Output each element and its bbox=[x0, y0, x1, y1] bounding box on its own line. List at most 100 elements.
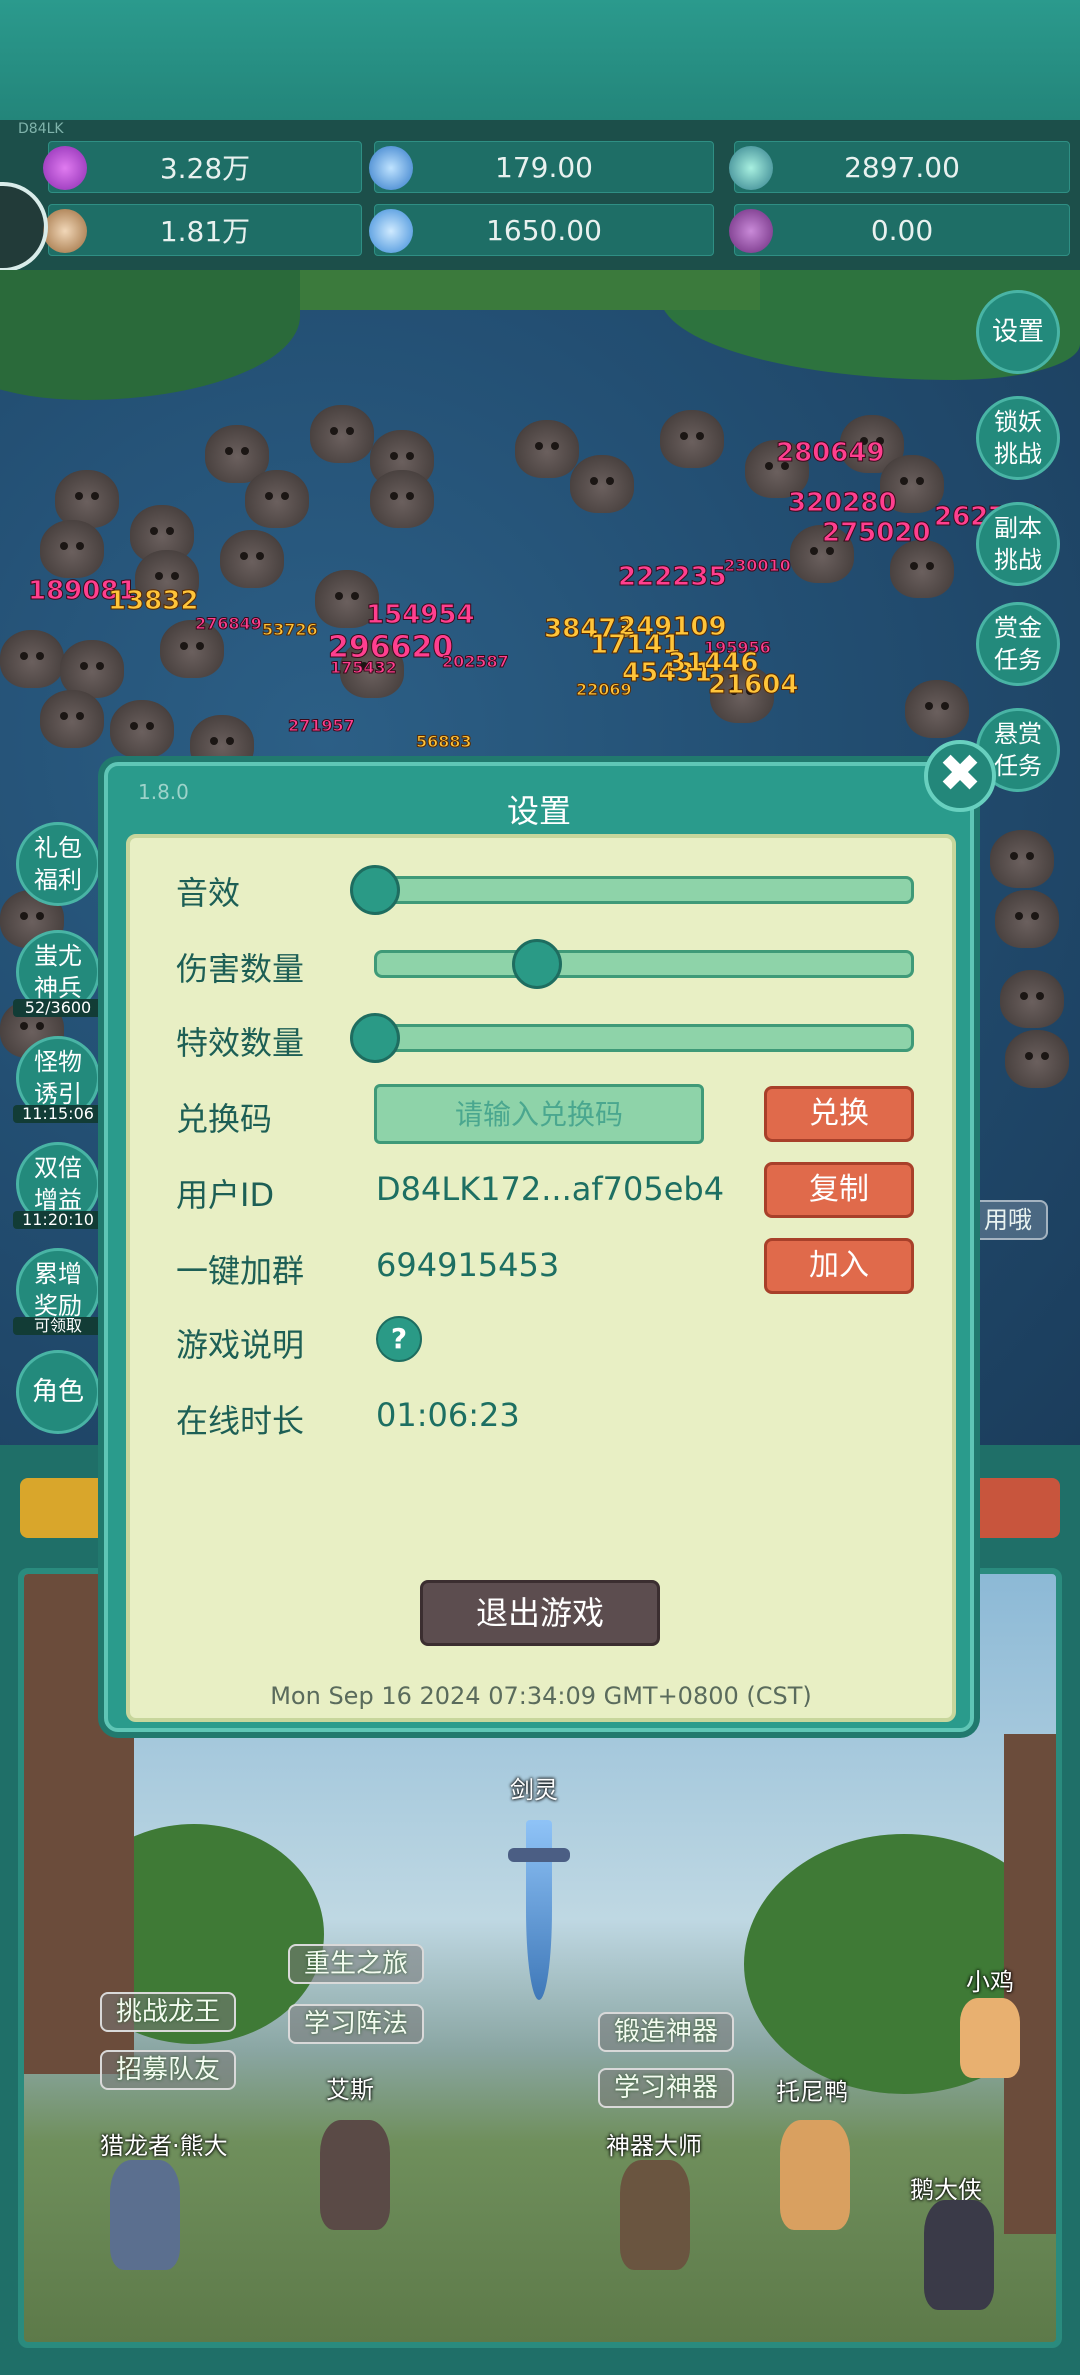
progress-count: 52/3600 bbox=[13, 999, 103, 1017]
learn-formation-button[interactable]: 学习阵法 bbox=[288, 2004, 425, 2044]
sound-slider-knob[interactable] bbox=[350, 865, 400, 915]
resource-gem: 3.28万 bbox=[43, 141, 362, 193]
npc-dragon-hunter[interactable] bbox=[110, 2160, 180, 2270]
double-buff-button[interactable]: 双倍增益 11:20:10 bbox=[13, 1142, 103, 1229]
enemy-monster bbox=[370, 470, 434, 528]
npc-name-master: 神器大师 bbox=[606, 2132, 702, 2160]
top-header bbox=[0, 0, 1080, 120]
npc-name-aisi: 艾斯 bbox=[326, 2076, 374, 2104]
exit-game-button[interactable]: 退出游戏 bbox=[420, 1580, 660, 1646]
damage-number: 21604 bbox=[707, 670, 799, 701]
bounty-task-button[interactable]: 赏金任务 bbox=[976, 602, 1060, 686]
resource-value: 179.00 bbox=[495, 150, 593, 184]
damage-number: 17141 bbox=[589, 630, 681, 661]
monster-lure-button[interactable]: 怪物诱引 11:15:06 bbox=[13, 1036, 103, 1123]
npc-master[interactable] bbox=[620, 2160, 690, 2270]
lock-demon-challenge-button[interactable]: 锁妖挑战 bbox=[976, 396, 1060, 480]
redeem-code-input[interactable] bbox=[374, 1084, 704, 1144]
effects-count-slider-knob[interactable] bbox=[350, 1013, 400, 1063]
resource-value: 1650.00 bbox=[486, 213, 602, 247]
sound-slider-track[interactable] bbox=[374, 876, 914, 904]
monster-lure-label: 怪物诱引 bbox=[34, 1048, 82, 1108]
help-icon[interactable]: ? bbox=[376, 1316, 422, 1362]
settings-label: 设置 bbox=[991, 317, 1044, 347]
damage-number: 53726 bbox=[262, 620, 319, 640]
chiyou-weapon-label: 蚩尤神兵 bbox=[34, 942, 82, 1002]
double-buff-label: 双倍增益 bbox=[34, 1154, 82, 1214]
rebirth-journey-button[interactable]: 重生之旅 bbox=[288, 1944, 425, 1984]
damage-count-slider-track[interactable] bbox=[374, 950, 914, 978]
damage-number: 222235 bbox=[618, 562, 728, 593]
game-guide-label: 游戏说明 bbox=[176, 1326, 305, 1364]
npc-tony-duck[interactable] bbox=[780, 2120, 850, 2230]
challenge-dragon-button[interactable]: 挑战龙王 bbox=[100, 1992, 237, 2032]
sword-icon[interactable] bbox=[526, 1820, 552, 2000]
enemy-monster bbox=[55, 470, 119, 528]
dialog-title: 设置 bbox=[506, 792, 571, 830]
damage-number: 271957 bbox=[288, 716, 356, 736]
character-button[interactable]: 角色 bbox=[16, 1350, 100, 1434]
purple-gem-icon bbox=[43, 146, 87, 190]
blue-orb-icon bbox=[369, 146, 413, 190]
timestamp: Mon Sep 16 2024 07:34:09 GMT+0800 (CST) bbox=[270, 1682, 812, 1710]
npc-aisi[interactable] bbox=[320, 2120, 390, 2230]
gift-welfare-label: 礼包福利 bbox=[34, 834, 82, 894]
damage-number: 280649 bbox=[776, 438, 886, 469]
enemy-monster bbox=[990, 830, 1054, 888]
bounty-label: 赏金任务 bbox=[994, 614, 1042, 674]
npc-chick[interactable] bbox=[960, 1998, 1020, 2078]
redeem-code-label: 兑换码 bbox=[176, 1100, 273, 1138]
damage-number: 56883 bbox=[416, 732, 473, 752]
resource-value: 2897.00 bbox=[844, 150, 960, 184]
enemy-monster bbox=[660, 410, 724, 468]
enemy-monster bbox=[310, 405, 374, 463]
enemy-monster bbox=[40, 520, 104, 578]
reward-task-label: 悬赏任务 bbox=[994, 720, 1042, 780]
player-tag: D84LK bbox=[18, 121, 64, 137]
join-button[interactable]: 加入 bbox=[764, 1238, 914, 1294]
user-id-value: D84LK172...af705eb4 bbox=[376, 1170, 725, 1208]
chiyou-weapon-button[interactable]: 蚩尤神兵 52/3600 bbox=[13, 930, 103, 1017]
enemy-monster bbox=[890, 540, 954, 598]
horn-icon bbox=[43, 209, 87, 253]
close-icon[interactable]: ✖ bbox=[924, 740, 996, 812]
damage-count-slider-knob[interactable] bbox=[512, 939, 562, 989]
timer: 11:20:10 bbox=[13, 1211, 103, 1229]
recruit-teammate-button[interactable]: 招募队友 bbox=[100, 2050, 237, 2090]
cumulative-reward-label: 累增奖励 bbox=[34, 1260, 82, 1320]
damage-number: 22069 bbox=[576, 680, 633, 700]
damage-number: 13832 bbox=[107, 586, 199, 617]
cumulative-reward-button[interactable]: 累增奖励 可领取 bbox=[13, 1248, 103, 1335]
npc-name-tony-duck: 托尼鸭 bbox=[776, 2078, 848, 2106]
resource-value: 3.28万 bbox=[159, 152, 251, 185]
resource-horn: 1.81万 bbox=[43, 204, 362, 256]
group-number-value: 694915453 bbox=[376, 1246, 560, 1284]
enemy-monster bbox=[1005, 1030, 1069, 1088]
copy-button[interactable]: 复制 bbox=[764, 1162, 914, 1218]
effects-count-slider-track[interactable] bbox=[374, 1024, 914, 1052]
effects-count-label: 特效数量 bbox=[176, 1024, 305, 1062]
damage-number: 175432 bbox=[330, 658, 398, 678]
damage-number: 154954 bbox=[366, 600, 476, 631]
gift-welfare-button[interactable]: 礼包福利 bbox=[16, 822, 100, 906]
settings-button[interactable]: 设置 bbox=[976, 290, 1060, 374]
enemy-monster bbox=[570, 455, 634, 513]
blue-crystal-icon bbox=[369, 209, 413, 253]
enemy-monster bbox=[220, 530, 284, 588]
npc-goose[interactable] bbox=[924, 2200, 994, 2310]
used-tag[interactable]: 用哦 bbox=[968, 1200, 1048, 1240]
learn-artifact-button[interactable]: 学习神器 bbox=[598, 2068, 735, 2108]
join-group-label: 一键加群 bbox=[176, 1252, 305, 1290]
enemy-monster bbox=[905, 680, 969, 738]
resource-blue-orb: 179.00 bbox=[369, 141, 714, 193]
dungeon-challenge-button[interactable]: 副本挑战 bbox=[976, 502, 1060, 586]
forge-artifact-button[interactable]: 锻造神器 bbox=[598, 2012, 735, 2052]
redeem-button[interactable]: 兑换 bbox=[764, 1086, 914, 1142]
damage-number: 276849 bbox=[195, 614, 263, 634]
enemy-monster bbox=[110, 700, 174, 758]
lock-demon-label: 锁妖挑战 bbox=[994, 408, 1042, 468]
resource-green-orb: 2897.00 bbox=[729, 141, 1070, 193]
character-label: 角色 bbox=[31, 1377, 84, 1407]
resource-blue-crystal: 1650.00 bbox=[369, 204, 714, 256]
resource-value: 1.81万 bbox=[159, 215, 251, 248]
